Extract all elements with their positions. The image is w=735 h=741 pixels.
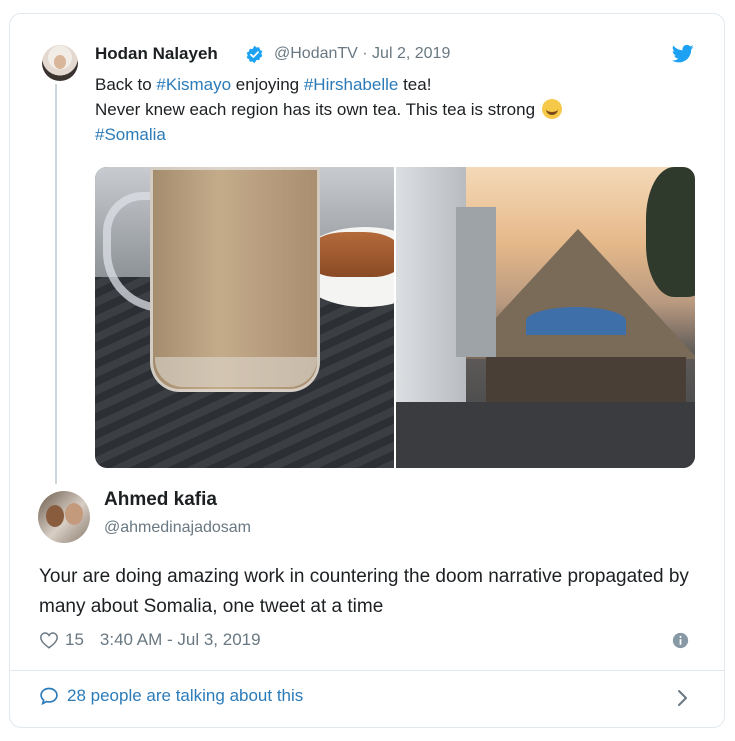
conversation-link[interactable]: 28 people are talking about this: [39, 686, 303, 706]
chevron-right-icon[interactable]: [676, 688, 690, 708]
reply-author-name[interactable]: Ahmed kafia: [104, 489, 217, 511]
thatched-hut-photo[interactable]: [396, 167, 695, 468]
tweet-timestamp[interactable]: 3:40 AM - Jul 3, 2019: [100, 630, 261, 650]
tweet-media: [95, 167, 695, 468]
hodan-avatar[interactable]: [42, 45, 78, 81]
like-count[interactable]: 15: [65, 630, 84, 650]
hashtag-kismayo[interactable]: #Kismayo: [156, 75, 231, 94]
thread-connector-line: [55, 84, 57, 484]
tweet-meta: 15 3:40 AM - Jul 3, 2019: [39, 628, 261, 652]
hashtag-hirshabelle[interactable]: #Hirshabelle: [304, 75, 399, 94]
talking-count-text: 28 people are talking about this: [67, 686, 304, 705]
info-icon[interactable]: [672, 632, 689, 649]
reply-handle[interactable]: @ahmedinajadosam: [104, 519, 251, 537]
heart-icon[interactable]: [39, 631, 59, 649]
ahmed-avatar[interactable]: [38, 491, 90, 543]
quoted-author-name[interactable]: Hodan Nalayeh: [95, 44, 218, 64]
quoted-handle-date[interactable]: @HodanTV · Jul 2, 2019: [274, 45, 450, 63]
reply-tweet-text: Your are doing amazing work in counterin…: [39, 566, 689, 617]
hashtag-somalia[interactable]: #Somalia: [95, 125, 166, 144]
footer-divider: [9, 670, 725, 671]
speech-bubble-icon: [40, 687, 58, 706]
twitter-bird-icon[interactable]: [672, 44, 694, 64]
verified-badge-icon: [246, 45, 263, 64]
tea-mug-photo[interactable]: [95, 167, 394, 468]
quoted-tweet-text: Back to #Kismayo enjoying #Hirshabelle t…: [95, 72, 685, 147]
tears-of-joy-emoji: [541, 99, 562, 119]
